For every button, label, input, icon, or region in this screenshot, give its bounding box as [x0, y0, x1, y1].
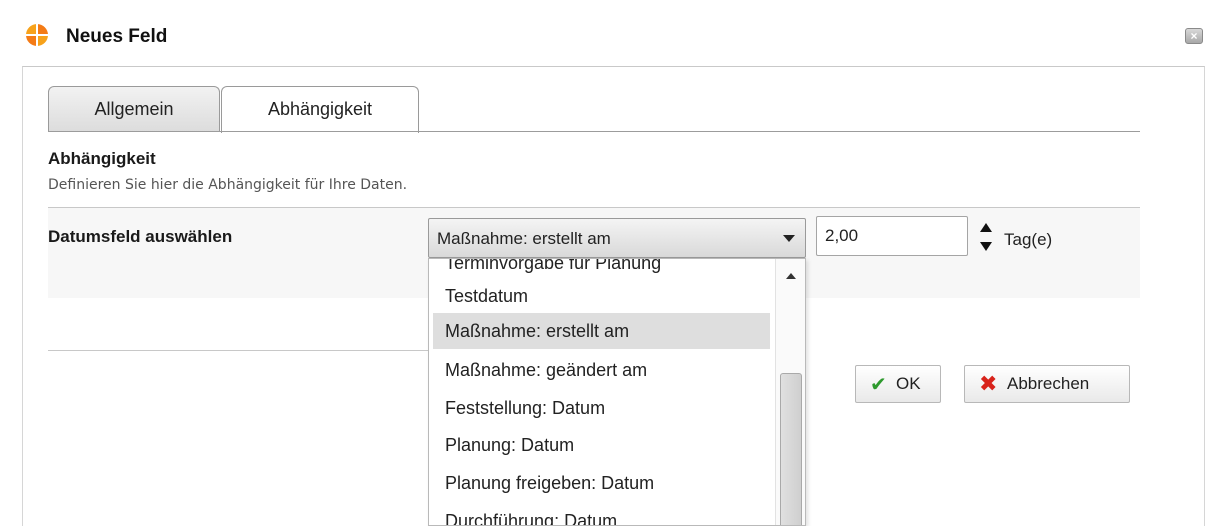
cancel-button-label: Abbrechen: [1007, 374, 1090, 393]
ok-button-label: OK: [896, 374, 921, 393]
dropdown-option[interactable]: Durchführung: Datum: [433, 503, 770, 525]
scroll-up-icon[interactable]: [786, 273, 796, 279]
date-field-selected-value: Maßnahme: erstellt am: [437, 229, 611, 248]
dropdown-scrollbar[interactable]: [775, 259, 805, 525]
dialog-title: Neues Feld: [66, 26, 168, 47]
date-field-label: Datumsfeld auswählen: [48, 227, 233, 246]
tab-divider: [48, 131, 1140, 132]
dropdown-option[interactable]: Planung: Datum: [433, 427, 770, 463]
unit-label: Tag(e): [1004, 230, 1053, 249]
dropdown-option[interactable]: Feststellung: Datum: [433, 390, 770, 426]
close-button[interactable]: ×: [1185, 28, 1203, 44]
dropdown-option-selected[interactable]: Maßnahme: erstellt am: [433, 313, 770, 349]
x-icon: ✖: [979, 371, 998, 396]
spin-down-icon[interactable]: [980, 242, 992, 251]
section-description: Definieren Sie hier die Abhängigkeit für…: [48, 177, 408, 193]
section-title: Abhängigkeit: [48, 149, 156, 168]
app-logo-icon: [26, 24, 48, 46]
footer-divider: [48, 350, 430, 351]
dropdown-option[interactable]: Maßnahme: geändert am: [433, 352, 770, 388]
dropdown-option[interactable]: Planung freigeben: Datum: [433, 465, 770, 501]
ok-button[interactable]: ✔ OK: [855, 365, 941, 403]
dropdown-option[interactable]: Testdatum: [433, 278, 770, 314]
date-field-dropdown[interactable]: Terminvorgabe für Planung Testdatum Maßn…: [428, 258, 806, 526]
tab-allgemein[interactable]: Allgemein: [48, 86, 220, 132]
checkmark-icon: ✔: [870, 373, 887, 396]
cancel-button[interactable]: ✖ Abbrechen: [964, 365, 1130, 403]
spin-up-icon[interactable]: [980, 223, 992, 232]
chevron-down-icon: [783, 235, 795, 242]
offset-input[interactable]: [816, 216, 968, 256]
tab-abhaengigkeit[interactable]: Abhängigkeit: [221, 86, 419, 133]
date-field-select[interactable]: Maßnahme: erstellt am: [428, 218, 806, 258]
title-bar: Neues Feld ×: [0, 0, 1215, 68]
scrollbar-thumb[interactable]: [780, 373, 802, 525]
